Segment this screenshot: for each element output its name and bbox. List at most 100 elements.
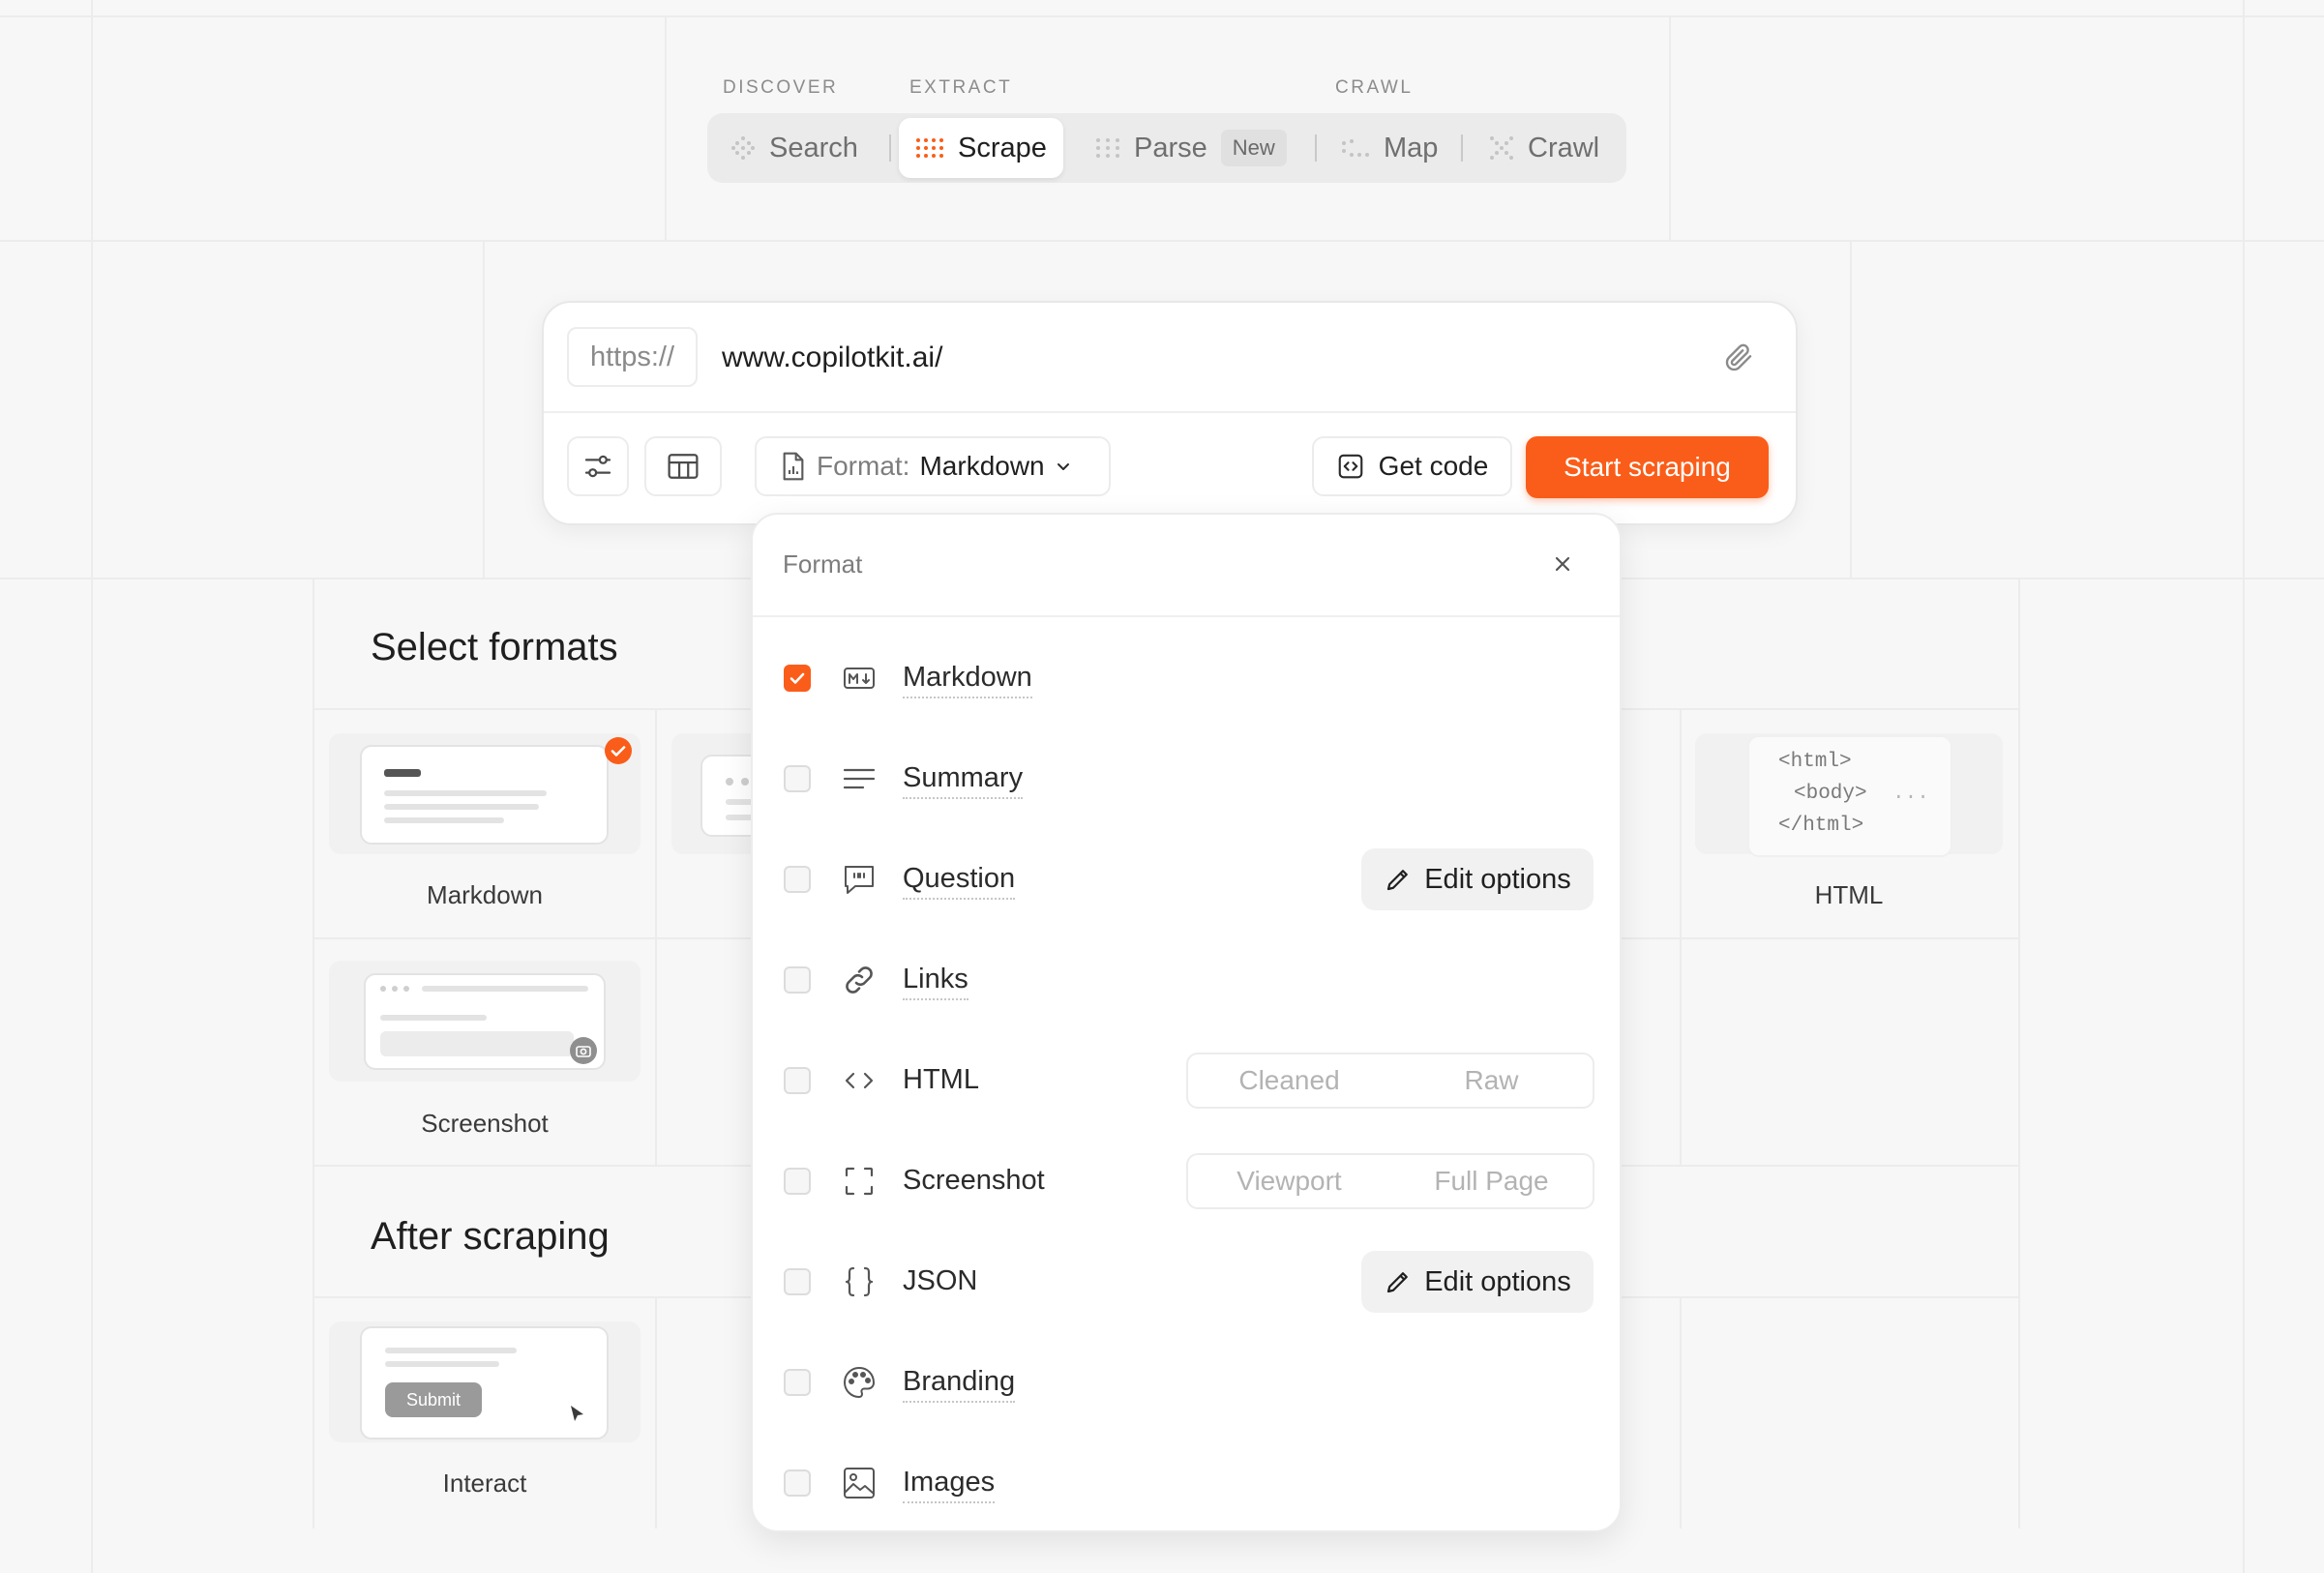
format-option-screenshot[interactable]: Screenshot Viewport Full Page bbox=[753, 1147, 1620, 1215]
html-card-thumb[interactable]: <html> <body> ... </html> bbox=[1747, 735, 1952, 857]
image-icon bbox=[844, 1468, 875, 1499]
markdown-option-label: Markdown bbox=[903, 662, 1032, 698]
markdown-icon bbox=[844, 668, 875, 689]
paperclip-icon[interactable] bbox=[1723, 341, 1754, 372]
format-option-branding[interactable]: Branding bbox=[753, 1349, 1620, 1416]
document-chart-icon bbox=[783, 452, 804, 481]
table-icon bbox=[668, 454, 699, 479]
code-square-icon bbox=[1338, 454, 1362, 479]
question-edit-options-label: Edit options bbox=[1424, 863, 1571, 895]
markdown-card-thumb[interactable] bbox=[360, 745, 609, 845]
images-option-label: Images bbox=[903, 1467, 996, 1503]
question-quote-icon bbox=[845, 866, 874, 894]
summary-lines-icon bbox=[843, 768, 876, 789]
get-code-label: Get code bbox=[1378, 451, 1489, 481]
format-label: Format: bbox=[817, 451, 910, 481]
screenshot-mode-viewport[interactable]: Viewport bbox=[1188, 1155, 1390, 1207]
html-mode-cleaned[interactable]: Cleaned bbox=[1188, 1054, 1390, 1107]
cursor-icon bbox=[571, 1406, 583, 1421]
tab-search[interactable]: Search bbox=[730, 118, 858, 178]
card-label-html: HTML bbox=[1814, 880, 1884, 909]
branding-option-label: Branding bbox=[903, 1366, 1016, 1403]
card-label-interact: Interact bbox=[442, 1469, 527, 1498]
screenshot-mode-toggle: Viewport Full Page bbox=[1186, 1153, 1594, 1209]
search-dots-icon bbox=[731, 136, 755, 160]
format-option-links[interactable]: Links bbox=[753, 946, 1620, 1014]
html-snippet-line-3: </html> bbox=[1778, 815, 1864, 837]
map-dots-icon bbox=[1342, 139, 1369, 157]
url-input-card: https:// www.copilotkit.ai/ Format: Mark… bbox=[542, 301, 1798, 525]
screenshot-option-label: Screenshot bbox=[903, 1165, 1045, 1196]
tab-map[interactable]: Map bbox=[1341, 118, 1438, 178]
screenshot-frame-icon bbox=[845, 1167, 874, 1196]
branding-checkbox[interactable] bbox=[784, 1369, 811, 1396]
markdown-checkbox[interactable] bbox=[784, 665, 811, 692]
format-panel-title: Format bbox=[783, 549, 863, 579]
mode-tabs: Search Scrape Parse New Map Crawl bbox=[707, 113, 1626, 183]
format-dropdown[interactable]: Format: Markdown bbox=[755, 436, 1111, 496]
tab-scrape-label: Scrape bbox=[958, 132, 1047, 163]
group-label-crawl: CRAWL bbox=[1335, 77, 1414, 98]
group-label-extract: EXTRACT bbox=[909, 77, 1013, 98]
sliders-icon bbox=[584, 455, 611, 478]
screenshot-mode-full-page[interactable]: Full Page bbox=[1390, 1155, 1593, 1207]
options-button[interactable] bbox=[567, 436, 629, 496]
format-value: Markdown bbox=[919, 451, 1045, 481]
summary-checkbox[interactable] bbox=[784, 765, 811, 792]
tab-map-label: Map bbox=[1384, 132, 1439, 163]
camera-icon bbox=[570, 1037, 597, 1064]
html-checkbox[interactable] bbox=[784, 1067, 811, 1094]
json-edit-options-label: Edit options bbox=[1424, 1265, 1571, 1297]
format-panel: Format Markdown Summary Question Edit op… bbox=[751, 513, 1622, 1532]
links-option-label: Links bbox=[903, 964, 968, 1000]
parse-dots-icon bbox=[1096, 138, 1119, 158]
url-input[interactable]: www.copilotkit.ai/ bbox=[722, 341, 942, 374]
crawl-dots-icon bbox=[1490, 136, 1513, 160]
pencil-icon bbox=[1387, 870, 1409, 891]
select-formats-title: Select formats bbox=[371, 626, 618, 668]
images-checkbox[interactable] bbox=[784, 1469, 811, 1497]
tab-crawl[interactable]: Crawl bbox=[1489, 118, 1599, 178]
tab-scrape[interactable]: Scrape bbox=[899, 118, 1063, 178]
close-icon[interactable] bbox=[1548, 549, 1577, 579]
protocol-prefix: https:// bbox=[567, 327, 698, 387]
json-option-label: JSON bbox=[903, 1265, 978, 1296]
link-icon bbox=[846, 966, 873, 994]
group-label-discover: DISCOVER bbox=[723, 77, 839, 98]
html-mode-toggle: Cleaned Raw bbox=[1186, 1053, 1594, 1109]
question-edit-options-button[interactable]: Edit options bbox=[1361, 848, 1594, 910]
code-brackets-icon bbox=[845, 1072, 874, 1089]
chevron-down-icon bbox=[1057, 463, 1069, 470]
tab-parse[interactable]: Parse New bbox=[1095, 118, 1287, 178]
html-mode-raw[interactable]: Raw bbox=[1390, 1054, 1593, 1107]
submit-button-preview: Submit bbox=[385, 1382, 482, 1417]
after-scraping-title: After scraping bbox=[371, 1215, 610, 1258]
html-option-label: HTML bbox=[903, 1064, 979, 1095]
json-checkbox[interactable] bbox=[784, 1268, 811, 1295]
html-snippet-ellipsis: ... bbox=[1892, 783, 1929, 805]
scrape-dots-icon bbox=[916, 138, 943, 158]
question-checkbox[interactable] bbox=[784, 866, 811, 893]
format-option-markdown[interactable]: Markdown bbox=[753, 644, 1620, 712]
html-snippet-line-1: <html> bbox=[1778, 751, 1852, 773]
card-label-markdown: Markdown bbox=[427, 880, 543, 909]
format-option-summary[interactable]: Summary bbox=[753, 745, 1620, 813]
links-checkbox[interactable] bbox=[784, 966, 811, 994]
start-scraping-button[interactable]: Start scraping bbox=[1526, 436, 1769, 498]
selected-check-icon bbox=[605, 737, 632, 764]
table-view-button[interactable] bbox=[644, 436, 722, 496]
format-option-json[interactable]: JSON Edit options bbox=[753, 1248, 1620, 1316]
new-badge: New bbox=[1220, 130, 1287, 166]
json-braces-icon bbox=[845, 1266, 874, 1297]
palette-icon bbox=[844, 1367, 875, 1398]
format-option-question[interactable]: Question Edit options bbox=[753, 846, 1620, 913]
format-option-images[interactable]: Images bbox=[753, 1449, 1620, 1517]
json-edit-options-button[interactable]: Edit options bbox=[1361, 1251, 1594, 1313]
get-code-button[interactable]: Get code bbox=[1312, 436, 1512, 496]
format-option-html[interactable]: HTML Cleaned Raw bbox=[753, 1047, 1620, 1114]
tab-crawl-label: Crawl bbox=[1528, 132, 1600, 163]
screenshot-checkbox[interactable] bbox=[784, 1168, 811, 1195]
summary-option-label: Summary bbox=[903, 762, 1024, 799]
html-snippet-line-2: <body> bbox=[1794, 783, 1867, 805]
tab-search-label: Search bbox=[769, 132, 858, 163]
